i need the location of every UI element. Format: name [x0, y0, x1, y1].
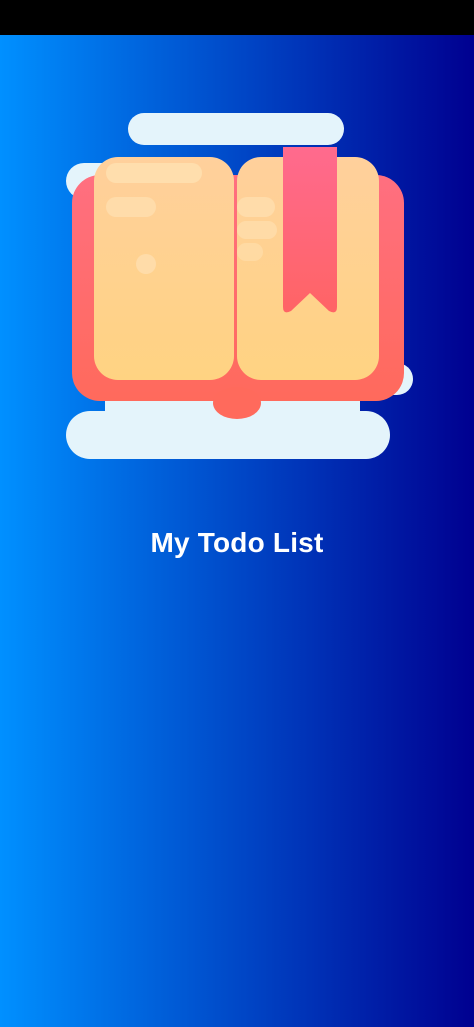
splash-screen: My Todo List [0, 35, 474, 1027]
app-title: My Todo List [150, 527, 324, 558]
book-left-page [94, 157, 234, 380]
status-bar [0, 0, 474, 35]
open-book-with-bookmark-icon [66, 113, 413, 459]
bookmark [283, 147, 337, 313]
